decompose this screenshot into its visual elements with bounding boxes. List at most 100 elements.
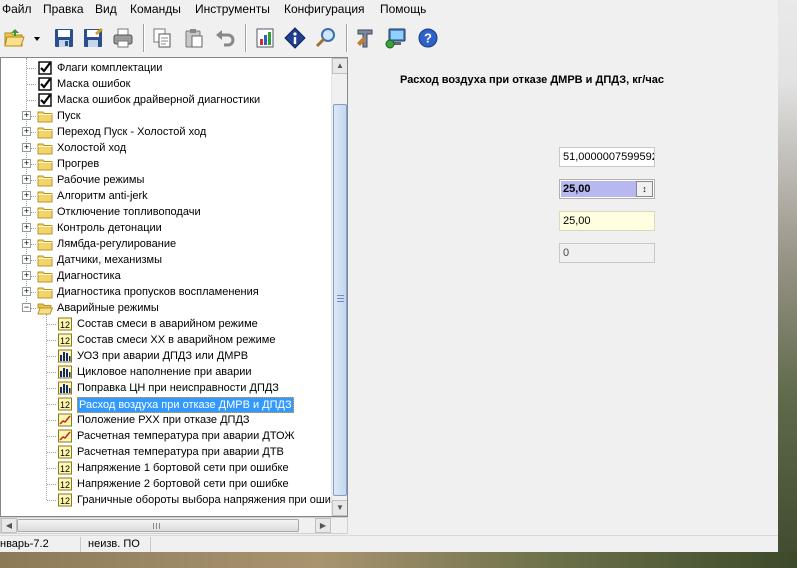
info-button[interactable]: [282, 25, 308, 51]
tree-item[interactable]: + Рабочие режимы: [1, 172, 331, 188]
tree-connector-line: [47, 340, 56, 341]
checkbox-checked-icon[interactable]: [37, 92, 53, 108]
tree-item[interactable]: 12 Расчетная температура при аварии ДТВ: [1, 444, 331, 460]
collapse-minus-icon[interactable]: −: [22, 303, 31, 312]
folder-icon: [37, 188, 53, 204]
expand-plus-icon[interactable]: +: [22, 159, 31, 168]
value-input[interactable]: 25,00: [561, 181, 636, 197]
tree-item[interactable]: Поправка ЦН при неисправности ДПДЗ: [1, 380, 331, 396]
tree-item[interactable]: + Переход Пуск - Холостой ход: [1, 124, 331, 140]
tree-item[interactable]: − Аварийные режимы: [1, 300, 331, 316]
menu-commands[interactable]: Команды: [128, 1, 183, 17]
tree-connector-line: [47, 500, 56, 501]
expand-plus-icon[interactable]: +: [22, 143, 31, 152]
tree-item-label: Флаги комплектации: [57, 62, 163, 74]
tree-item[interactable]: 12 Состав смеси ХХ в аварийном режиме: [1, 332, 331, 348]
undo-button[interactable]: [212, 25, 238, 51]
tree-item[interactable]: 12 Напряжение 1 бортовой сети при ошибке: [1, 460, 331, 476]
tree-item[interactable]: УОЗ при аварии ДПДЗ или ДМРВ: [1, 348, 331, 364]
menu-help[interactable]: Помощь: [378, 1, 428, 17]
scroll-right-arrow-icon[interactable]: ▶: [315, 518, 331, 533]
toolbar-separator: [346, 24, 348, 52]
expand-plus-icon[interactable]: +: [22, 287, 31, 296]
tree-item[interactable]: + Диагностика: [1, 268, 331, 284]
save-button[interactable]: [51, 25, 77, 51]
scroll-left-arrow-icon[interactable]: ◀: [1, 518, 17, 533]
status-bar: нварь-7.2 неизв. ПО: [0, 535, 778, 553]
open-button[interactable]: [1, 25, 27, 51]
value-editor[interactable]: 25,00 ↕: [559, 179, 655, 199]
tree-item[interactable]: + Прогрев: [1, 156, 331, 172]
chart-button[interactable]: [252, 25, 278, 51]
tree-item[interactable]: 12 Напряжение 2 бортовой сети при ошибке: [1, 476, 331, 492]
expand-plus-icon[interactable]: +: [22, 223, 31, 232]
tree-horizontal-scrollbar[interactable]: ◀ ▶: [0, 517, 348, 534]
print-button[interactable]: [110, 25, 136, 51]
tree-item[interactable]: Цикловое наполнение при аварии: [1, 364, 331, 380]
parameter-tree[interactable]: Флаги комплектации Маска ошибок Маска ошиб…: [0, 57, 348, 517]
expand-plus-icon[interactable]: +: [22, 111, 31, 120]
svg-text:?: ?: [424, 31, 432, 46]
tree-item[interactable]: Флаги комплектации: [1, 60, 331, 76]
save-as-button[interactable]: [80, 25, 106, 51]
tree-item[interactable]: + Пуск: [1, 108, 331, 124]
tree-item[interactable]: + Алгоритм anti-jerk: [1, 188, 331, 204]
raw-value-field: 51,0000007599592: [559, 147, 655, 167]
menu-bar: Файл Правка Вид Команды Инструменты Конф…: [0, 0, 778, 19]
tree-connector-line: [47, 324, 56, 325]
paste-button[interactable]: [181, 25, 207, 51]
status-so: неизв. ПО: [88, 538, 140, 550]
tree-item[interactable]: + Лямбда-регулирование: [1, 236, 331, 252]
tree-vertical-scrollbar[interactable]: ▲ ▼: [331, 58, 347, 516]
menu-file[interactable]: Файл: [0, 1, 34, 17]
checkbox-checked-icon[interactable]: [37, 60, 53, 76]
expand-plus-icon[interactable]: +: [22, 239, 31, 248]
tree-item[interactable]: + Датчики, механизмы: [1, 252, 331, 268]
tree-item-label: Напряжение 2 бортовой сети при ошибке: [77, 478, 289, 490]
expand-plus-icon[interactable]: +: [22, 207, 31, 216]
copy-button[interactable]: [149, 25, 175, 51]
scalar-parameter-icon: 12: [57, 476, 73, 492]
folder-icon: [37, 172, 53, 188]
scroll-up-arrow-icon[interactable]: ▲: [332, 58, 347, 74]
tree-item-label: Положение РХХ при отказе ДПДЗ: [77, 414, 250, 426]
menu-configuration[interactable]: Конфигурация: [282, 1, 367, 17]
menu-tools[interactable]: Инструменты: [193, 1, 272, 17]
tree-item[interactable]: + Контроль детонации: [1, 220, 331, 236]
table-parameter-icon: [57, 380, 73, 396]
horizontal-scroll-thumb[interactable]: [17, 519, 299, 532]
open-dropdown[interactable]: [31, 25, 43, 51]
menu-view[interactable]: Вид: [93, 1, 119, 17]
tree-item[interactable]: + Диагностика пропусков воспламенения: [1, 284, 331, 300]
status-divider: [80, 537, 81, 552]
tree-item[interactable]: + Холостой ход: [1, 140, 331, 156]
network-button[interactable]: [383, 25, 409, 51]
tree-item[interactable]: 12 Состав смеси в аварийном режиме: [1, 316, 331, 332]
tree-item[interactable]: Маска ошибок драйверной диагностики: [1, 92, 331, 108]
expand-plus-icon[interactable]: +: [22, 127, 31, 136]
tree-item[interactable]: 12 Расход воздуха при отказе ДМРВ и ДПДЗ: [1, 396, 331, 413]
spin-button[interactable]: ↕: [636, 181, 653, 197]
checkbox-checked-icon[interactable]: [37, 76, 53, 92]
tree-item[interactable]: + Отключение топливоподачи: [1, 204, 331, 220]
tree-item[interactable]: Положение РХХ при отказе ДПДЗ: [1, 412, 331, 428]
expand-plus-icon[interactable]: +: [22, 175, 31, 184]
graph-parameter-icon: [57, 428, 73, 444]
search-button[interactable]: [313, 25, 339, 51]
tree-item[interactable]: 12 Граничные обороты выбора напряжения пр…: [1, 492, 331, 508]
expand-plus-icon[interactable]: +: [22, 191, 31, 200]
scroll-down-arrow-icon[interactable]: ▼: [332, 500, 347, 516]
menu-edit[interactable]: Правка: [41, 1, 86, 17]
help-button[interactable]: ?: [415, 25, 441, 51]
vertical-scroll-thumb[interactable]: [333, 104, 347, 496]
result-value-field: 25,00: [559, 211, 655, 231]
tools-button[interactable]: [352, 25, 378, 51]
expand-plus-icon[interactable]: +: [22, 255, 31, 264]
grip-icon: [153, 523, 161, 529]
tree-item[interactable]: Расчетная температура при аварии ДТОЖ: [1, 428, 331, 444]
tree-connector-line: [47, 452, 56, 453]
spin-arrows-icon: ↕: [642, 184, 647, 194]
tree-item[interactable]: Маска ошибок: [1, 76, 331, 92]
toolbar-separator: [143, 24, 145, 52]
expand-plus-icon[interactable]: +: [22, 271, 31, 280]
